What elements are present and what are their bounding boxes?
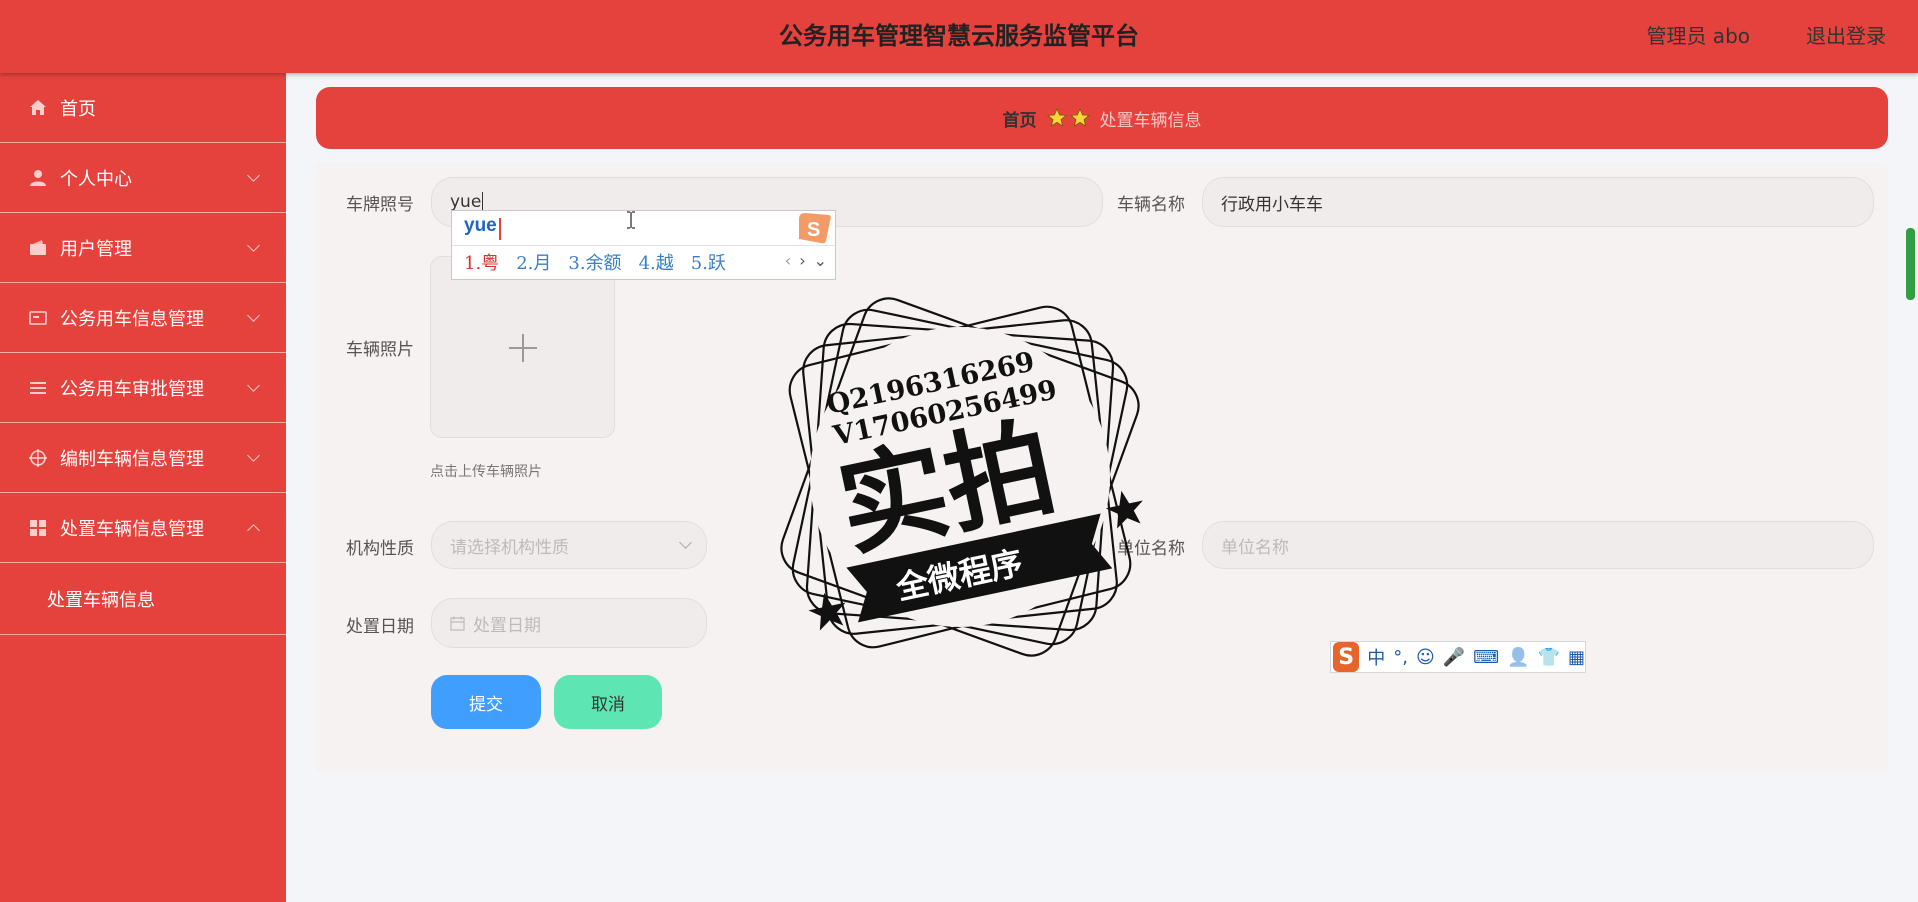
ime-candidate[interactable]: 1.粤 (464, 249, 499, 275)
vehicle-name-label: 车辆名称 (1117, 195, 1185, 215)
plate-number-value: yue (450, 192, 482, 212)
sidebar-item-label: 公务用车审批管理 (60, 378, 204, 400)
person-icon (28, 168, 48, 188)
sidebar-item-label: 编制车辆信息管理 (60, 448, 204, 470)
sidebar-subitem-disposal-vehicle-info[interactable]: 处置车辆信息 (0, 563, 286, 635)
sidebar-item-personal-center[interactable]: 个人中心 (0, 143, 286, 213)
ibeam-cursor-icon (626, 211, 636, 233)
unit-name-placeholder: 单位名称 (1221, 537, 1289, 558)
chevron-down-icon (247, 378, 260, 392)
vehicle-name-input[interactable]: 行政用小车车 (1202, 177, 1874, 227)
star-separator-icon (1046, 108, 1090, 128)
breadcrumb: 首页 处置车辆信息 (316, 87, 1888, 149)
sidebar-item-label: 个人中心 (60, 168, 132, 190)
sidebar-item-home[interactable]: 首页 (0, 73, 286, 143)
ime-caret (499, 218, 501, 240)
breadcrumb-home[interactable]: 首页 (1003, 106, 1037, 131)
watermark-stamp: Q2196316269 V17060256499 实拍 全微程序 (745, 262, 1175, 692)
sidebar: 首页 个人中心 用户管理 公务用车信息管理 公务用车审批管理 编制车辆信息管理 (0, 73, 286, 902)
top-header: 公务用车管理智慧云服务监管平台 管理员 abo 退出登录 (0, 0, 1918, 73)
plate-number-label: 车牌照号 (346, 195, 414, 215)
ime-separator (452, 245, 835, 246)
sogou-logo-icon[interactable]: S (1333, 642, 1360, 672)
skin-icon[interactable]: 👕 (1538, 647, 1560, 668)
ime-nav: ‹ › ⌄ (785, 251, 827, 270)
sidebar-item-label: 公务用车信息管理 (60, 308, 204, 330)
list-icon (28, 378, 48, 398)
keyboard-icon[interactable]: ⌨ (1473, 647, 1499, 668)
user-icon[interactable]: 👤 (1507, 647, 1529, 668)
plus-icon-vertical (522, 334, 524, 362)
chevron-down-icon (247, 168, 260, 182)
submit-button[interactable]: 提交 (431, 675, 541, 729)
ime-candidate[interactable]: 2.月 (516, 249, 551, 275)
sidebar-item-user-management[interactable]: 用户管理 (0, 213, 286, 283)
chevron-down-icon (247, 448, 260, 462)
ime-composition: yue (464, 215, 497, 236)
disposal-date-placeholder: 处置日期 (473, 615, 541, 636)
ime-candidate[interactable]: 3.余额 (568, 249, 621, 275)
chevron-down-icon[interactable]: ⌄ (814, 251, 827, 270)
ime-candidate-window: yue S 1.粤 2.月 3.余额 4.越 5.跃 ‹ › ⌄ (451, 210, 836, 280)
chevron-left-icon[interactable]: ‹ (785, 251, 791, 270)
chevron-down-icon (679, 536, 692, 549)
sidebar-item-label: 处置车辆信息管理 (60, 518, 204, 540)
chinese-mode-toggle[interactable]: 中 (1367, 644, 1385, 670)
microphone-icon[interactable]: 🎤 (1443, 647, 1465, 668)
ime-candidate-list: 1.粤 2.月 3.余额 4.越 5.跃 (464, 249, 726, 275)
cancel-button[interactable]: 取消 (554, 675, 662, 729)
sidebar-item-disposal-vehicle-info[interactable]: 处置车辆信息管理 (0, 493, 286, 563)
sidebar-item-official-car-info[interactable]: 公务用车信息管理 (0, 283, 286, 353)
toolbox-icon[interactable]: ▦ (1568, 647, 1585, 668)
sidebar-item-staffing-vehicle-info[interactable]: 编制车辆信息管理 (0, 423, 286, 493)
vehicle-photo-label: 车辆照片 (346, 340, 414, 360)
current-user: 管理员 abo (1646, 24, 1750, 48)
ime-candidate[interactable]: 5.跃 (691, 249, 726, 275)
sogou-logo-icon: S (795, 211, 833, 245)
photo-upload-hint: 点击上传车辆照片 (430, 464, 542, 480)
grid-icon (28, 518, 48, 538)
emoji-icon[interactable]: ☺ (1416, 647, 1435, 668)
ime-status-toolbar: S 中 °, ☺ 🎤 ⌨ 👤 👕 ▦ (1330, 641, 1586, 673)
card-icon (28, 308, 48, 328)
unit-name-input[interactable]: 单位名称 (1202, 521, 1874, 569)
svg-text:S: S (807, 219, 820, 241)
photo-upload-box[interactable] (430, 256, 615, 438)
org-type-select[interactable]: 请选择机构性质 (431, 521, 707, 569)
sidebar-item-official-car-approval[interactable]: 公务用车审批管理 (0, 353, 286, 423)
sidebar-item-label: 用户管理 (60, 238, 132, 260)
chevron-right-icon[interactable]: › (799, 251, 805, 270)
org-type-label: 机构性质 (346, 539, 414, 559)
text-cursor (482, 192, 484, 212)
disposal-date-picker[interactable]: 处置日期 (431, 598, 707, 648)
breadcrumb-current: 处置车辆信息 (1099, 110, 1202, 131)
app-title: 公务用车管理智慧云服务监管平台 (779, 22, 1139, 50)
disposal-date-label: 处置日期 (346, 617, 414, 637)
wallet-icon (28, 238, 48, 258)
org-type-placeholder: 请选择机构性质 (450, 537, 569, 558)
home-icon (28, 98, 48, 118)
vehicle-name-value: 行政用小车车 (1221, 194, 1323, 215)
chevron-down-icon (247, 238, 260, 252)
scrollbar-thumb[interactable] (1906, 228, 1915, 300)
sidebar-item-label: 首页 (60, 98, 96, 120)
target-icon (28, 448, 48, 468)
punctuation-toggle[interactable]: °, (1393, 647, 1408, 668)
chevron-up-icon (247, 523, 260, 537)
ime-candidate[interactable]: 4.越 (639, 249, 674, 275)
chevron-down-icon (247, 308, 260, 322)
calendar-icon (450, 616, 465, 631)
logout-link[interactable]: 退出登录 (1806, 0, 1886, 73)
